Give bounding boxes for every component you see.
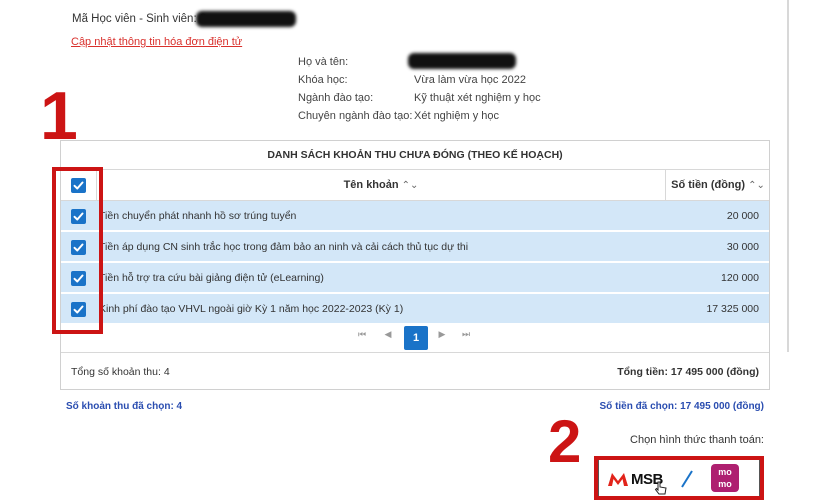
fee-name: Kinh phí đào tạo VHVL ngoài giờ Kỳ 1 năm… [99, 303, 404, 315]
table-header: Tên khoản ⌃⌄ Số tiền (đồng) ⌃⌄ [61, 170, 769, 201]
selected-count: Số khoản thu đã chọn: 4 [66, 401, 183, 412]
total-count: Tổng số khoản thu: 4 [71, 366, 170, 378]
column-header-name-label: Tên khoản [343, 179, 399, 191]
redacted-student-id [196, 11, 296, 27]
annotation-number-1: 1 [40, 78, 78, 154]
scrollbar-track[interactable] [787, 0, 789, 352]
major-value: Kỹ thuật xét nghiệm y học [414, 92, 541, 104]
annotation-box-1 [52, 167, 103, 334]
page-1-button[interactable]: 1 [404, 326, 428, 350]
student-id-label: Mã Học viên - Sinh viên: 2 [72, 13, 207, 25]
column-header-amount[interactable]: Số tiền (đồng) ⌃⌄ [665, 170, 771, 201]
next-page-button[interactable]: ▶ [435, 329, 449, 340]
course-value: Vừa làm vừa học 2022 [414, 74, 526, 86]
prev-page-button[interactable]: ◀ [381, 329, 395, 340]
fee-amount: 120 000 [721, 272, 759, 284]
specialization-label: Chuyên ngành đào tạo: [298, 110, 413, 122]
pagination: ⏮ ◀ 1 ▶ ⏭ [61, 323, 769, 353]
specialization-value: Xét nghiệm y học [414, 110, 499, 122]
total-amount: Tổng tiền: 17 495 000 (đồng) [617, 366, 759, 378]
column-header-amount-label: Số tiền (đồng) [671, 179, 746, 191]
selected-amount: Số tiền đã chọn: 17 495 000 (đồng) [599, 401, 764, 412]
fee-name: Tiền áp dụng CN sinh trắc học trong đảm … [99, 241, 469, 253]
sort-icon: ⌃⌄ [748, 180, 765, 191]
fee-name: Tiền chuyển phát nhanh hồ sơ trúng tuyển [99, 210, 297, 222]
table-row[interactable]: Tiền áp dụng CN sinh trắc học trong đảm … [61, 232, 769, 262]
first-page-button[interactable]: ⏮ [355, 329, 369, 340]
fee-amount: 17 325 000 [706, 303, 759, 315]
redacted-name [408, 53, 516, 69]
major-label: Ngành đào tạo: [298, 92, 374, 104]
fee-amount: 30 000 [726, 241, 759, 253]
update-invoice-link[interactable]: Cập nhật thông tin hóa đơn điện tử [71, 36, 242, 48]
table-row[interactable]: Tiền hỗ trợ tra cứu bài giảng điện tử (e… [61, 263, 769, 293]
annotation-box-2 [594, 456, 764, 500]
name-label: Họ và tên: [298, 56, 349, 68]
table-row[interactable]: Kinh phí đào tạo VHVL ngoài giờ Kỳ 1 năm… [61, 294, 769, 324]
payment-method-label: Chọn hình thức thanh toán: [630, 434, 764, 446]
sort-icon: ⌃⌄ [401, 180, 419, 191]
column-header-name[interactable]: Tên khoản ⌃⌄ [97, 170, 665, 201]
panel-title: DANH SÁCH KHOẢN THU CHƯA ĐÓNG (THEO KẾ H… [61, 141, 769, 170]
fee-amount: 20 000 [726, 210, 759, 222]
course-label: Khóa học: [298, 74, 348, 86]
annotation-number-2: 2 [548, 408, 582, 475]
last-page-button[interactable]: ⏭ [459, 329, 473, 340]
fee-name: Tiền hỗ trợ tra cứu bài giảng điện tử (e… [99, 272, 324, 284]
unpaid-fees-panel: DANH SÁCH KHOẢN THU CHƯA ĐÓNG (THEO KẾ H… [60, 140, 770, 390]
table-footer: Tổng số khoản thu: 4 Tổng tiền: 17 495 0… [61, 352, 769, 390]
table-row[interactable]: Tiền chuyển phát nhanh hồ sơ trúng tuyển… [61, 201, 769, 231]
